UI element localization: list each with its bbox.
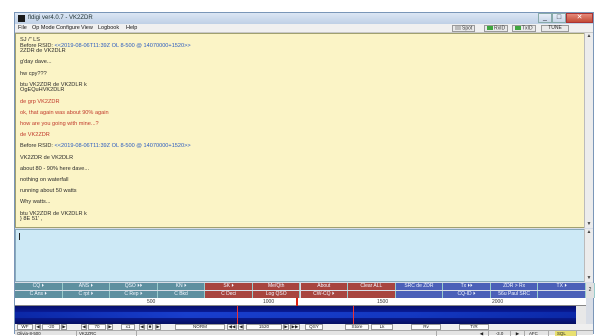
macro-button[interactable]: TX ⏵ (538, 283, 586, 290)
received-text-line: hw cpy??? (20, 70, 47, 77)
macro-button[interactable]: C rpt ⏵ (62, 291, 111, 298)
macro-button[interactable]: QSO ⏵⏵ (110, 283, 158, 290)
txid-toggle[interactable]: TxID (512, 25, 536, 32)
received-text-line: } 8E 51' , (20, 216, 43, 223)
rsid-link[interactable]: <<2019-08-06T11:39Z OL 8-500 @ 14070000+… (55, 143, 191, 149)
menu-help[interactable]: Help (126, 25, 137, 31)
received-text-line: de VK2ZDR (20, 132, 50, 139)
spot-toggle[interactable]: Spot (452, 25, 476, 32)
scroll-up-icon[interactable]: ▲ (585, 229, 593, 236)
received-text-line: Why watts... (20, 199, 51, 206)
macro-button[interactable]: CQ-ID ⏵ (443, 291, 491, 298)
rsid-link[interactable]: <<2019-08-06T11:39Z OL 8-500 @ 14070000+… (55, 43, 191, 49)
window-title: fldigi ver4.0.7 - VK2ZDR (28, 15, 93, 21)
close-button[interactable]: ✕ (566, 13, 593, 23)
ruler-tick: 1000 (263, 299, 275, 305)
received-text-line: running about 50 watts (20, 188, 77, 195)
station-status: VK2ZRC (77, 331, 137, 336)
status-message (137, 331, 437, 336)
menu-configure[interactable]: Configure (56, 25, 80, 31)
received-text-line: g'day dave... (20, 59, 52, 66)
status-bar: Olivia-8-500 VK2ZRC ◀ -3.0 ▶ AFC SQL (15, 330, 593, 336)
received-text-line: about 80 - 90% here dave... (20, 165, 90, 172)
frequency-ruler[interactable]: 500 1000 1500 2000 (15, 298, 586, 306)
macro-button[interactable]: ZDR > Rx (490, 283, 539, 290)
waterfall-display[interactable] (15, 306, 586, 324)
minimize-button[interactable]: _ (538, 13, 552, 23)
rxid-toggle[interactable]: RxID (484, 25, 509, 32)
macro-button[interactable] (395, 291, 444, 298)
received-text-line: ok, that again was about 90% again (20, 109, 109, 116)
transmit-scrollbar[interactable]: ▲ ▼ (584, 229, 593, 282)
maximize-button[interactable]: □ (552, 13, 566, 23)
menu-view[interactable]: View (81, 25, 93, 31)
fldigi-window: fldigi ver4.0.7 - VK2ZDR _ □ ✕ File Op M… (14, 12, 595, 336)
macro-button[interactable] (348, 291, 396, 298)
macro-button[interactable] (538, 291, 586, 298)
ruler-tick: 1500 (377, 299, 389, 305)
tuning-cursor-marker[interactable] (296, 298, 298, 306)
nav-next-icon[interactable]: ▶ (511, 331, 525, 336)
macro-button[interactable]: CQ ⏵ (15, 283, 63, 290)
macro-button[interactable]: C Deci (205, 291, 253, 298)
afc-toggle[interactable]: AFC (527, 331, 549, 336)
snr-readout: -3.0 (489, 331, 511, 336)
received-text-line: de grp VK2ZDR (20, 98, 60, 105)
spot-led-icon (455, 26, 461, 30)
sql-toggle[interactable]: SQL (555, 331, 577, 336)
title-bar[interactable]: fldigi ver4.0.7 - VK2ZDR _ □ ✕ (15, 13, 593, 24)
text-cursor (19, 233, 20, 240)
receive-text-panel[interactable]: SJ /" LS Before RSID: <<2019-08-06T11:39Z… (15, 33, 586, 228)
macro-button[interactable]: About (300, 283, 349, 290)
macro-button[interactable]: CW-CQ ⏵ (300, 291, 349, 298)
macro-button[interactable]: Log QSO (252, 291, 301, 298)
received-text-line: OgEQuHVK2DLR (20, 87, 65, 94)
macro-button[interactable]: Clear ALL (348, 283, 396, 290)
bandwidth-cursor-left (237, 306, 238, 324)
ruler-tick: 500 (147, 299, 156, 305)
macro-button[interactable]: C Bkd (157, 291, 206, 298)
scroll-up-icon[interactable]: ▲ (585, 33, 593, 40)
mode-status[interactable]: Olivia-8-500 (15, 331, 77, 336)
macro-button[interactable]: C Rep ⏵ (110, 291, 158, 298)
menu-bar: File Op Mode Configure View Logbook Help… (15, 24, 593, 33)
bandwidth-cursor-right (353, 306, 354, 324)
menu-file[interactable]: File (18, 25, 27, 31)
macro-page-indicator[interactable]: 2 (586, 283, 595, 298)
tune-button[interactable]: TUNE (541, 25, 569, 32)
waterfall-side-panel (576, 306, 586, 324)
macro-button[interactable]: SRC de ZDR (395, 283, 444, 290)
menu-op-mode[interactable]: Op Mode (32, 25, 55, 31)
waterfall-noise-band (15, 312, 586, 318)
transmit-text-panel[interactable] (15, 229, 586, 282)
ruler-tick: 2000 (492, 299, 504, 305)
scroll-down-icon[interactable]: ▼ (585, 275, 593, 282)
received-text-line: 2ZDR de VK2DLR (20, 48, 66, 55)
nav-prev-icon[interactable]: ◀ (475, 331, 489, 336)
macro-button[interactable]: 56u Paul SRC (490, 291, 539, 298)
received-text-line: VK2ZDR de VK2DLR (20, 154, 74, 161)
menu-logbook[interactable]: Logbook (98, 25, 119, 31)
macro-button[interactable]: SK ⏵ (205, 283, 253, 290)
receive-scrollbar[interactable]: ▲ ▼ (584, 33, 593, 228)
macro-button[interactable]: ANS ⏵ (62, 283, 111, 290)
macro-button[interactable]: KN ⏵ (157, 283, 206, 290)
macro-button[interactable]: Tx ⏵⏵ (443, 283, 491, 290)
app-icon (18, 15, 25, 22)
txid-led-icon (515, 26, 521, 30)
received-text-line: nothing on waterfall (20, 177, 69, 183)
rxid-led-icon (487, 26, 493, 30)
macro-button[interactable]: C Ans ⏵ (15, 291, 63, 298)
received-text-line: how are you going with mine...? (20, 121, 99, 127)
macro-button[interactable]: Me/Qth (252, 283, 301, 290)
scroll-down-icon[interactable]: ▼ (585, 221, 593, 228)
received-text-line: Before RSID: <<2019-08-06T11:39Z OL 8-50… (20, 143, 191, 150)
